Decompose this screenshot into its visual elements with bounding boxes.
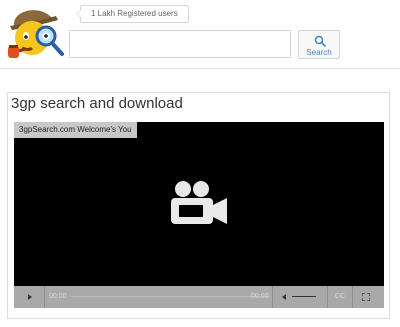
player-welcome-badge: 3gpSearch.com Welcome's You [14,122,137,138]
video-player[interactable]: 3gpSearch.com Welcome's You 00:00 00:00 … [14,122,384,308]
search-icon [314,35,326,47]
seek-bar[interactable] [71,296,270,297]
detective-smiley-logo[interactable] [4,2,68,66]
duration: 00:00 [251,293,269,300]
video-camera-icon [171,181,227,224]
registered-users-tagline: 1 Lakh Registered users [76,5,189,23]
current-time: 00:00 [49,293,67,300]
control-separator [44,286,45,308]
control-separator [327,286,328,308]
volume-slider[interactable] [292,296,316,297]
control-separator [352,286,353,308]
header: 1 Lakh Registered users Search [0,0,400,68]
play-button[interactable] [21,286,41,308]
search-button[interactable]: Search [298,30,340,59]
player-controls: 00:00 00:00 CC [14,286,384,308]
search-input[interactable] [69,30,291,58]
captions-button[interactable]: CC [334,286,346,308]
volume-button[interactable] [278,286,292,308]
fullscreen-button[interactable] [359,286,373,308]
header-divider [0,68,400,69]
control-separator [272,286,273,308]
search-button-label: Search [306,48,332,57]
page-title: 3gp search and download [11,95,183,112]
fullscreen-icon [362,293,370,301]
